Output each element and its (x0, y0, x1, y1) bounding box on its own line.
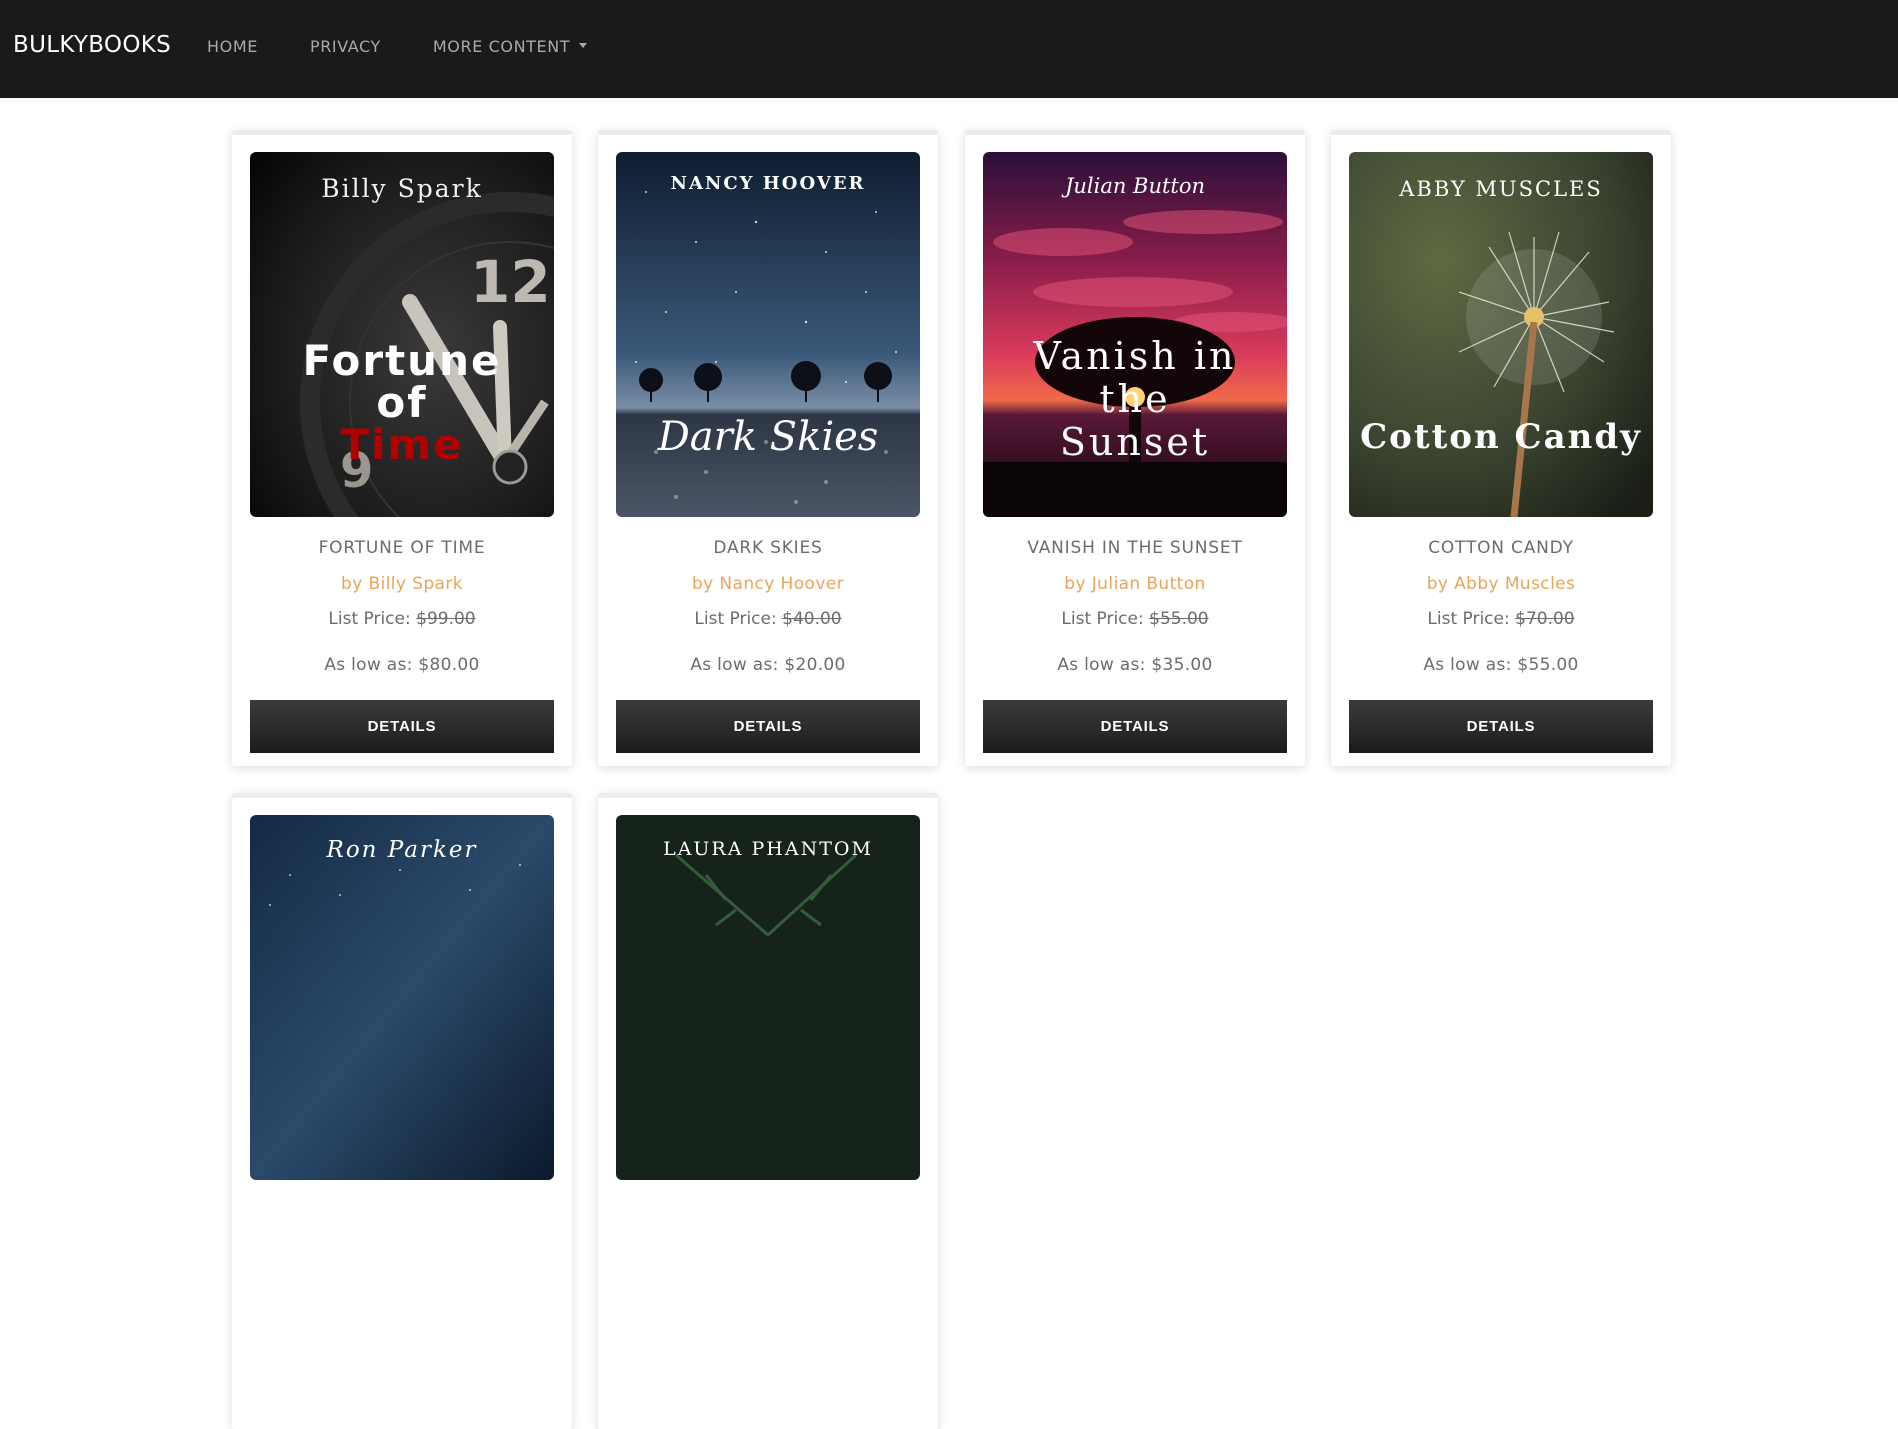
cover-title-line: the (1099, 377, 1170, 421)
book-cover[interactable]: Julian Button Vanish in the Sunset (983, 152, 1287, 517)
product-card: NANCY HOOVER Dark Skies DARK SKIES by Na… (598, 130, 938, 766)
cover-author-text: NANCY HOOVER (670, 173, 865, 194)
cover-author-text: ABBY MUSCLES (1398, 177, 1603, 201)
list-price-value: $70.00 (1515, 609, 1575, 629)
product-card: 12 9 Billy Spark Fortune of Time FORTUNE… (232, 130, 572, 766)
nav-home[interactable]: HOME (207, 37, 284, 56)
cover-author-text: Julian Button (1061, 174, 1205, 198)
cover-title-line: Time (340, 420, 463, 469)
product-card: ABBY MUSCLES Cotton Candy COTTON CANDY b… (1331, 130, 1671, 766)
list-price-label: List Price: (1427, 609, 1510, 629)
details-button[interactable]: DETAILS (616, 700, 920, 753)
book-author: by Julian Button (1064, 574, 1206, 594)
book-cover[interactable]: NANCY HOOVER Dark Skies (616, 152, 920, 517)
list-price-value: $55.00 (1149, 609, 1209, 629)
list-price-value: $40.00 (782, 609, 842, 629)
low-price: As low as: $20.00 (690, 655, 846, 675)
book-author: by Nancy Hoover (691, 574, 845, 594)
brand-logo[interactable]: BULKYBOOKS (13, 32, 171, 58)
product-card: Ron Parker (232, 793, 572, 1429)
details-button[interactable]: DETAILS (983, 700, 1287, 753)
nav-more-content-dropdown[interactable]: MORE CONTENT (407, 37, 613, 56)
book-title: FORTUNE OF TIME (318, 538, 486, 558)
details-button[interactable]: DETAILS (1349, 700, 1653, 753)
book-author: by Billy Spark (341, 574, 463, 594)
cover-title-line: Sunset (1060, 420, 1210, 464)
cover-title-line: Dark Skies (657, 414, 879, 460)
nav-privacy[interactable]: PRIVACY (284, 37, 407, 56)
list-price-value: $99.00 (416, 609, 476, 629)
low-price: As low as: $35.00 (1057, 655, 1213, 675)
nav-more-content-label: MORE CONTENT (432, 36, 571, 56)
cover-author-text: LAURA PHANTOM (663, 838, 873, 860)
list-price-label: List Price: (1061, 609, 1144, 629)
cover-title-line: Cotton Candy (1360, 417, 1642, 457)
nav-links: HOME PRIVACY MORE CONTENT (207, 37, 613, 56)
book-cover[interactable]: LAURA PHANTOM (616, 815, 920, 1180)
product-card: Julian Button Vanish in the Sunset VANIS… (965, 130, 1305, 766)
details-button[interactable]: DETAILS (250, 700, 554, 753)
list-price: List Price: $55.00 (965, 609, 1305, 629)
book-title: COTTON CANDY (1428, 538, 1574, 558)
list-price: List Price: $99.00 (232, 609, 572, 629)
svg-text:12: 12 (470, 248, 551, 316)
list-price: List Price: $40.00 (598, 609, 938, 629)
list-price-label: List Price: (694, 609, 777, 629)
low-price: As low as: $80.00 (324, 655, 480, 675)
cover-author-text: Ron Parker (326, 837, 478, 863)
book-author: by Abby Muscles (1426, 574, 1576, 594)
cover-title-line: Vanish in (1033, 334, 1237, 378)
book-cover[interactable]: Ron Parker (250, 815, 554, 1180)
cover-author-text: Billy Spark (321, 174, 483, 203)
book-cover[interactable]: ABBY MUSCLES Cotton Candy (1349, 152, 1653, 517)
list-price-label: List Price: (328, 609, 411, 629)
low-price: As low as: $55.00 (1423, 655, 1579, 675)
book-title: VANISH IN THE SUNSET (1027, 538, 1243, 558)
list-price: List Price: $70.00 (1331, 609, 1671, 629)
product-card: LAURA PHANTOM (598, 793, 938, 1429)
book-title: DARK SKIES (713, 538, 823, 558)
book-cover[interactable]: 12 9 Billy Spark Fortune of Time (250, 152, 554, 517)
caret-down-icon (579, 42, 588, 48)
navbar: BULKYBOOKS HOME PRIVACY MORE CONTENT (0, 0, 1898, 98)
